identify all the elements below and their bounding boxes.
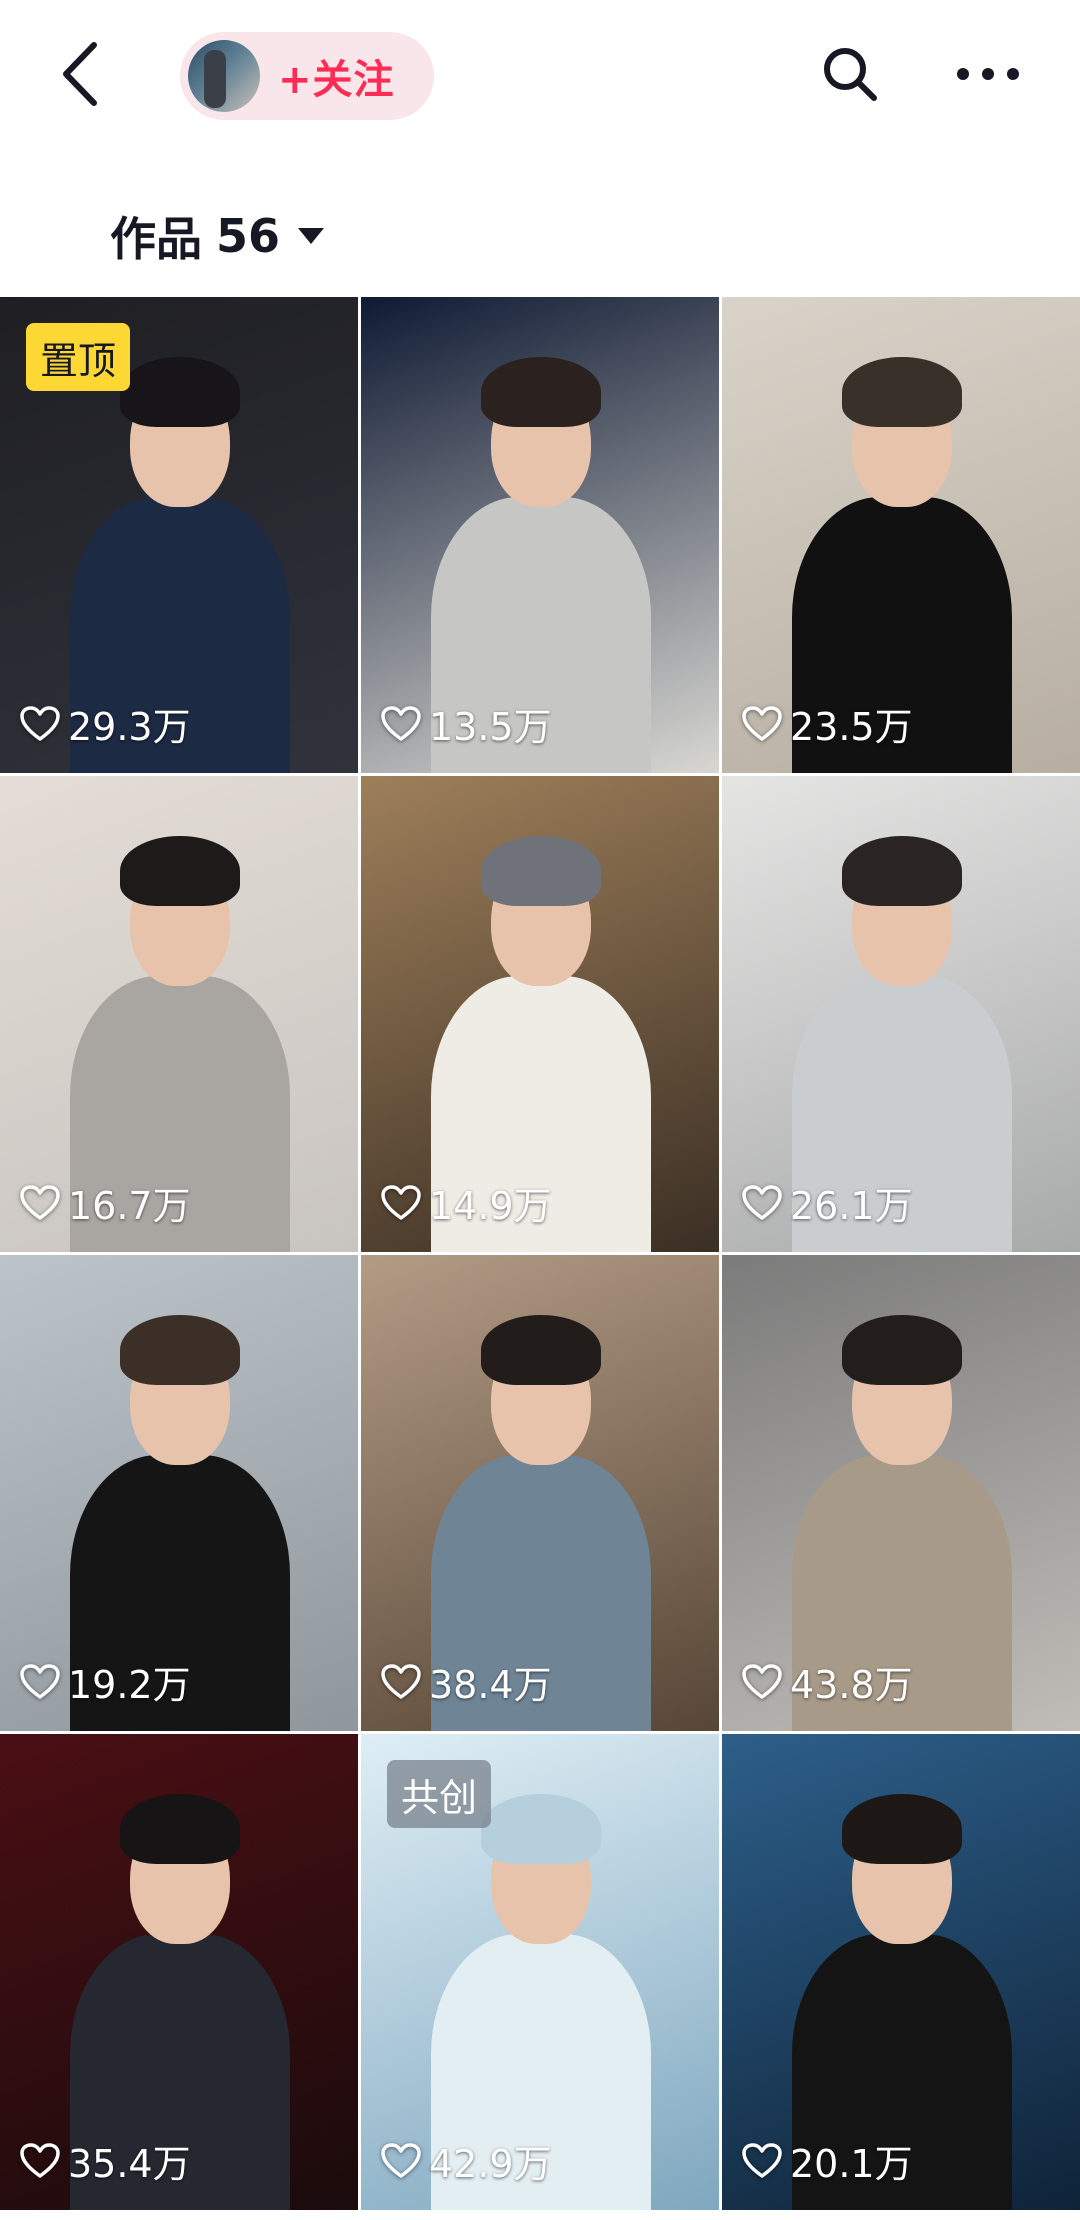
follow-label: +关注 bbox=[278, 57, 395, 103]
video-tile[interactable]: 13.5万 bbox=[361, 297, 719, 773]
like-count-text: 23.5万 bbox=[790, 705, 913, 749]
like-count: 16.7万 bbox=[20, 1175, 191, 1230]
thumbnail-figure-hair bbox=[842, 836, 962, 906]
thumbnail-figure-hair bbox=[842, 1794, 962, 1864]
thumbnail-figure-hair bbox=[481, 1794, 601, 1864]
works-tab-selector[interactable]: 作品 56 bbox=[110, 200, 326, 272]
thumbnail-figure-hair bbox=[481, 357, 601, 427]
heart-icon bbox=[20, 1184, 68, 1221]
heart-icon bbox=[381, 1184, 429, 1221]
heart-icon bbox=[742, 1663, 790, 1700]
thumbnail-figure-hair bbox=[481, 1315, 601, 1385]
heart-icon bbox=[742, 705, 790, 742]
like-count: 14.9万 bbox=[381, 1175, 552, 1230]
like-count: 38.4万 bbox=[381, 1654, 552, 1709]
video-tile[interactable]: 19.2万 bbox=[0, 1255, 358, 1731]
like-count-text: 29.3万 bbox=[68, 705, 191, 749]
like-count-text: 19.2万 bbox=[68, 1663, 191, 1707]
like-count-text: 13.5万 bbox=[429, 705, 552, 749]
video-tile[interactable]: 置顶 29.3万 bbox=[0, 297, 358, 773]
video-tile[interactable]: 20.1万 bbox=[722, 1734, 1080, 2210]
back-button[interactable] bbox=[40, 36, 120, 116]
avatar[interactable] bbox=[188, 40, 260, 112]
video-tile[interactable]: 14.9万 bbox=[361, 776, 719, 1252]
heart-icon bbox=[381, 1663, 429, 1700]
like-count: 43.8万 bbox=[742, 1654, 913, 1709]
video-tile[interactable]: 23.5万 bbox=[722, 297, 1080, 773]
like-count: 26.1万 bbox=[742, 1175, 913, 1230]
thumbnail-figure-hair bbox=[842, 357, 962, 427]
thumbnail-figure-hair bbox=[120, 357, 240, 427]
video-tile[interactable]: 16.7万 bbox=[0, 776, 358, 1252]
search-button[interactable] bbox=[806, 36, 894, 116]
like-count: 20.1万 bbox=[742, 2133, 913, 2188]
works-label: 作品 bbox=[110, 212, 202, 266]
heart-icon bbox=[381, 705, 429, 742]
like-count: 13.5万 bbox=[381, 696, 552, 751]
like-count: 23.5万 bbox=[742, 696, 913, 751]
like-count-text: 43.8万 bbox=[790, 1663, 913, 1707]
like-count-text: 42.9万 bbox=[429, 2142, 552, 2186]
thumbnail-figure-hair bbox=[120, 1315, 240, 1385]
like-count: 35.4万 bbox=[20, 2133, 191, 2188]
like-count-text: 35.4万 bbox=[68, 2142, 191, 2186]
caret-down-icon bbox=[296, 226, 326, 246]
thumbnail-figure-hair bbox=[120, 1794, 240, 1864]
heart-icon bbox=[742, 2142, 790, 2179]
like-count-text: 38.4万 bbox=[429, 1663, 552, 1707]
follow-button[interactable]: +关注 bbox=[180, 32, 434, 120]
search-icon bbox=[820, 44, 880, 108]
heart-icon bbox=[20, 705, 68, 742]
video-tile[interactable]: 38.4万 bbox=[361, 1255, 719, 1731]
video-tile[interactable]: 共创 42.9万 bbox=[361, 1734, 719, 2210]
like-count: 29.3万 bbox=[20, 696, 191, 751]
like-count-text: 16.7万 bbox=[68, 1184, 191, 1228]
heart-icon bbox=[742, 1184, 790, 1221]
thumbnail-figure-hair bbox=[120, 836, 240, 906]
video-tile[interactable]: 26.1万 bbox=[722, 776, 1080, 1252]
like-count-text: 14.9万 bbox=[429, 1184, 552, 1228]
like-count: 42.9万 bbox=[381, 2133, 552, 2188]
top-bar: +关注 bbox=[0, 0, 1080, 160]
heart-icon bbox=[20, 1663, 68, 1700]
more-horizontal-icon bbox=[955, 66, 1021, 86]
like-count: 19.2万 bbox=[20, 1654, 191, 1709]
like-count-text: 20.1万 bbox=[790, 2142, 913, 2186]
thumbnail-figure-hair bbox=[842, 1315, 962, 1385]
heart-icon bbox=[20, 2142, 68, 2179]
like-count-text: 26.1万 bbox=[790, 1184, 913, 1228]
video-grid: 置顶 29.3万 13.5万 23.5万 16.7万 14.9万 26.1万 19.2万 38.… bbox=[0, 297, 1080, 2220]
collab-badge: 共创 bbox=[387, 1760, 492, 1828]
video-tile[interactable]: 43.8万 bbox=[722, 1255, 1080, 1731]
pinned-badge: 置顶 bbox=[26, 323, 131, 391]
works-count: 56 bbox=[216, 209, 281, 263]
chevron-left-icon bbox=[58, 41, 102, 111]
video-tile[interactable]: 35.4万 bbox=[0, 1734, 358, 2210]
heart-icon bbox=[381, 2142, 429, 2179]
thumbnail-figure-hair bbox=[481, 836, 601, 906]
more-button[interactable] bbox=[944, 36, 1032, 116]
